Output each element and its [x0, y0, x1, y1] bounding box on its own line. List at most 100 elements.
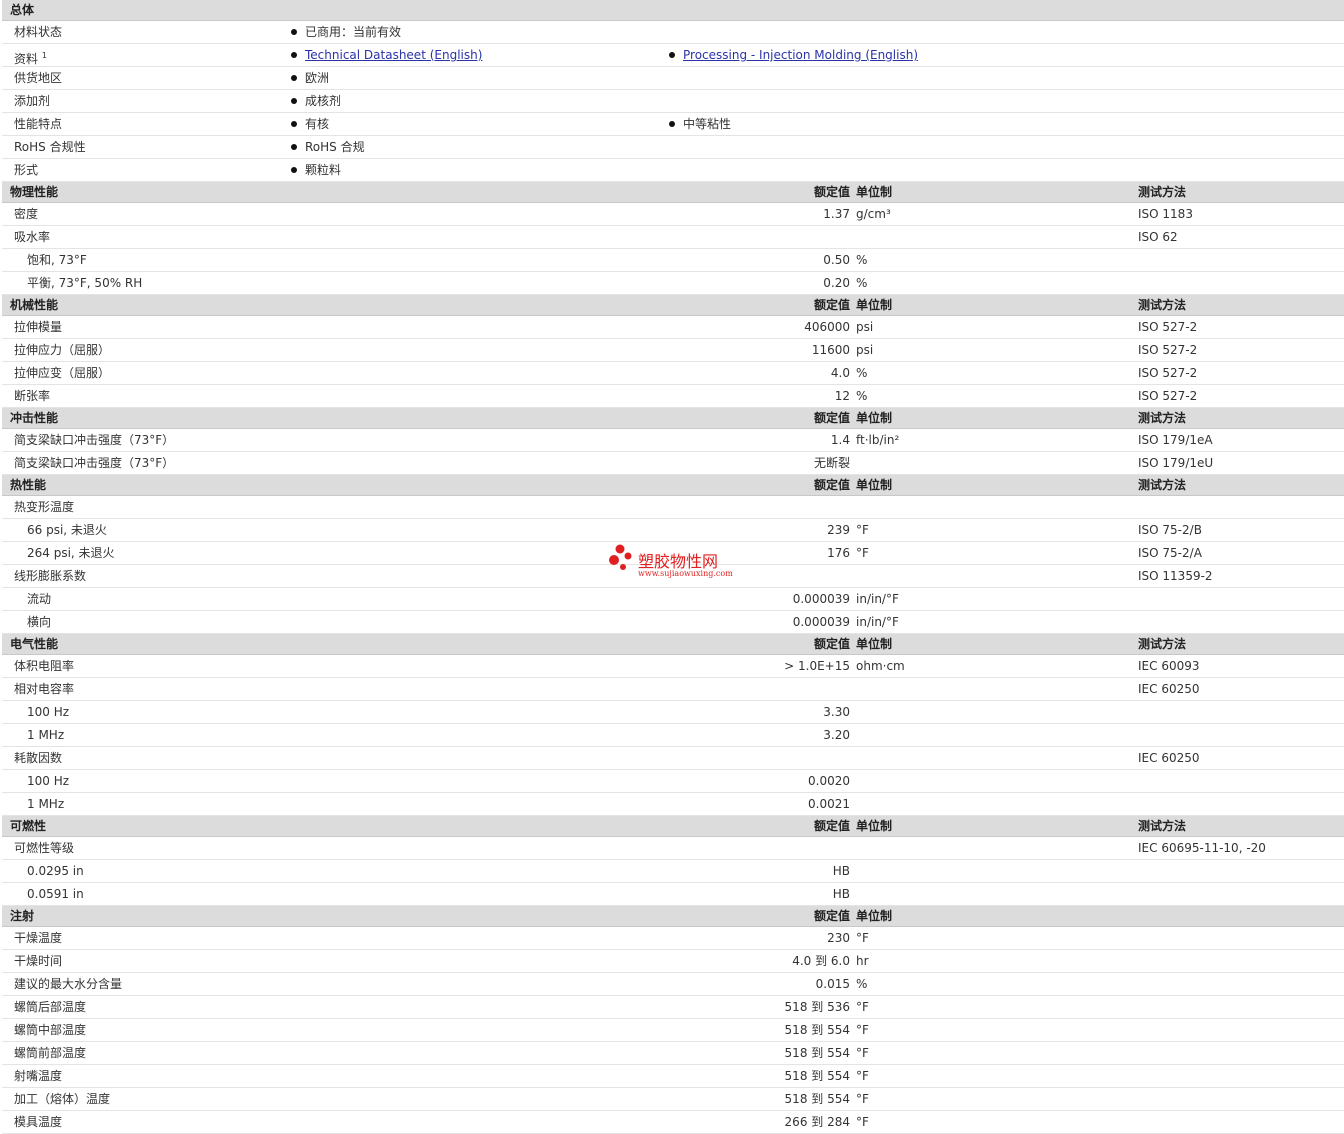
- section-header: 热性能 额定值 单位制 测试方法: [2, 475, 1344, 496]
- bullet-item: RoHS 合规: [291, 136, 365, 159]
- property-name: RoHS 合规性: [14, 140, 86, 154]
- property-row: 密度 1.37 g/cm³ ISO 1183: [2, 203, 1344, 226]
- bullet-text: 中等粘性: [683, 117, 732, 131]
- bullet-icon: [291, 166, 297, 173]
- property-row: 耗散因数 IEC 60250: [2, 747, 1344, 770]
- property-name: 材料状态: [14, 25, 63, 39]
- property-name: 0.0295 in: [27, 864, 84, 878]
- property-value: 0.000039: [792, 592, 850, 606]
- property-row: 拉伸模量 406000 psi ISO 527-2: [2, 316, 1344, 339]
- bullet-item[interactable]: Processing - Injection Molding (English): [669, 44, 918, 67]
- bullet-text: 有核: [305, 117, 330, 131]
- property-name: 流动: [27, 592, 52, 606]
- property-row: 横向 0.000039 in/in/°F: [2, 611, 1344, 634]
- document-link[interactable]: Processing - Injection Molding (English): [683, 48, 918, 62]
- section-title: 可燃性: [10, 819, 47, 833]
- bullet-icon: [291, 28, 297, 35]
- column-header-value: 额定值: [813, 909, 850, 923]
- property-unit: °F: [856, 1046, 869, 1060]
- bullet-text: 欧洲: [305, 71, 330, 85]
- property-row: 拉伸应变（屈服） 4.0% ISO 527-2: [2, 362, 1344, 385]
- property-unit: in/in/°F: [856, 615, 899, 629]
- property-row: 吸水率 ISO 62: [2, 226, 1344, 249]
- property-name: 拉伸应力（屈服）: [14, 343, 111, 357]
- section-title: 冲击性能: [10, 411, 59, 425]
- property-name: 体积电阻率: [14, 659, 75, 673]
- section-header: 注射 额定值 单位制: [2, 906, 1344, 927]
- property-value: 239: [827, 523, 850, 537]
- property-value: 无断裂: [813, 456, 850, 470]
- property-name: 264 psi, 未退火: [27, 546, 115, 560]
- column-header-unit: 单位制: [856, 637, 893, 651]
- property-unit: °F: [856, 1115, 869, 1129]
- property-name: 建议的最大水分含量: [14, 977, 123, 991]
- column-header-test: 测试方法: [1138, 478, 1187, 492]
- property-row: 体积电阻率 > 1.0E+15 ohm·cm IEC 60093: [2, 655, 1344, 678]
- property-row: 螺筒前部温度 518 到 554 °F: [2, 1042, 1344, 1065]
- property-value: 12: [834, 389, 850, 403]
- test-method: IEC 60093: [1138, 659, 1200, 673]
- property-value: 4.0 到 6.0: [792, 954, 850, 968]
- property-name: 0.0591 in: [27, 887, 84, 901]
- section-header: 可燃性 额定值 单位制 测试方法: [2, 816, 1344, 837]
- bullet-item: 已商用：当前有效: [291, 21, 401, 44]
- property-name: 平衡, 73°F, 50% RH: [27, 276, 143, 290]
- general-row: 添加剂 成核剂: [2, 90, 1344, 113]
- property-name: 66 psi, 未退火: [27, 523, 107, 537]
- property-unit: %: [856, 253, 868, 267]
- property-unit: ohm·cm: [856, 659, 905, 673]
- property-name: 100 Hz: [27, 705, 70, 719]
- property-value: HB: [832, 887, 850, 901]
- property-row: 模具温度 266 到 284 °F: [2, 1111, 1344, 1134]
- property-unit: g/cm³: [856, 207, 891, 221]
- bullet-icon: [291, 74, 297, 81]
- bullet-item: 颗粒料: [291, 159, 341, 182]
- section-header: 机械性能 额定值 单位制 测试方法: [2, 295, 1344, 316]
- property-row: 简支梁缺口冲击强度（73°F） 1.4 ft·lb/in² ISO 179/1eA: [2, 429, 1344, 452]
- property-unit: %: [856, 366, 868, 380]
- property-name: 可燃性等级: [14, 841, 75, 855]
- property-name: 密度: [14, 207, 39, 221]
- property-unit: psi: [856, 320, 874, 334]
- property-name: 螺筒后部温度: [14, 1000, 87, 1014]
- column-header-value: 额定值: [813, 411, 850, 425]
- property-row: 螺筒中部温度 518 到 554 °F: [2, 1019, 1344, 1042]
- bullet-item[interactable]: Technical Datasheet (English): [291, 44, 482, 67]
- property-name: 线形膨胀系数: [14, 569, 87, 583]
- property-value: 518 到 554: [784, 1046, 850, 1060]
- property-row: 100 Hz 3.30: [2, 701, 1344, 724]
- property-value: 1.37: [823, 207, 850, 221]
- property-unit: %: [856, 389, 868, 403]
- column-header-test: 测试方法: [1138, 637, 1187, 651]
- section-title: 电气性能: [10, 637, 59, 651]
- property-unit: °F: [856, 546, 869, 560]
- property-row: 螺筒后部温度 518 到 536 °F: [2, 996, 1344, 1019]
- general-row: 资料 1 Technical Datasheet (English) Process…: [2, 44, 1344, 67]
- property-name: 拉伸模量: [14, 320, 63, 334]
- section-title: 物理性能: [10, 185, 59, 199]
- property-name: 添加剂: [14, 94, 51, 108]
- column-header-test: 测试方法: [1138, 411, 1187, 425]
- document-link[interactable]: Technical Datasheet (English): [305, 48, 482, 62]
- property-unit: °F: [856, 931, 869, 945]
- column-header-test: 测试方法: [1138, 298, 1187, 312]
- bullet-icon: [669, 51, 675, 58]
- test-method: ISO 179/1eU: [1138, 456, 1214, 470]
- property-name: 饱和, 73°F: [27, 253, 87, 267]
- property-unit: ft·lb/in²: [856, 433, 900, 447]
- bullet-item: 有核: [291, 113, 329, 136]
- property-value: 1.4: [830, 433, 850, 447]
- property-value: 518 到 554: [784, 1023, 850, 1037]
- property-row: 相对电容率 IEC 60250: [2, 678, 1344, 701]
- property-row: 饱和, 73°F 0.50%: [2, 249, 1344, 272]
- property-name: 加工（熔体）温度: [14, 1092, 111, 1106]
- bullet-icon: [291, 143, 297, 150]
- property-name: 100 Hz: [27, 774, 70, 788]
- property-name: 性能特点: [14, 117, 63, 131]
- column-header-unit: 单位制: [856, 909, 893, 923]
- watermark-url: www.sujiaowuxing.com: [638, 569, 733, 578]
- property-unit: in/in/°F: [856, 592, 899, 606]
- property-row: 简支梁缺口冲击强度（73°F） 无断裂 ISO 179/1eU: [2, 452, 1344, 475]
- property-name: 1 MHz: [27, 728, 65, 742]
- property-value: 0.0020: [808, 774, 850, 788]
